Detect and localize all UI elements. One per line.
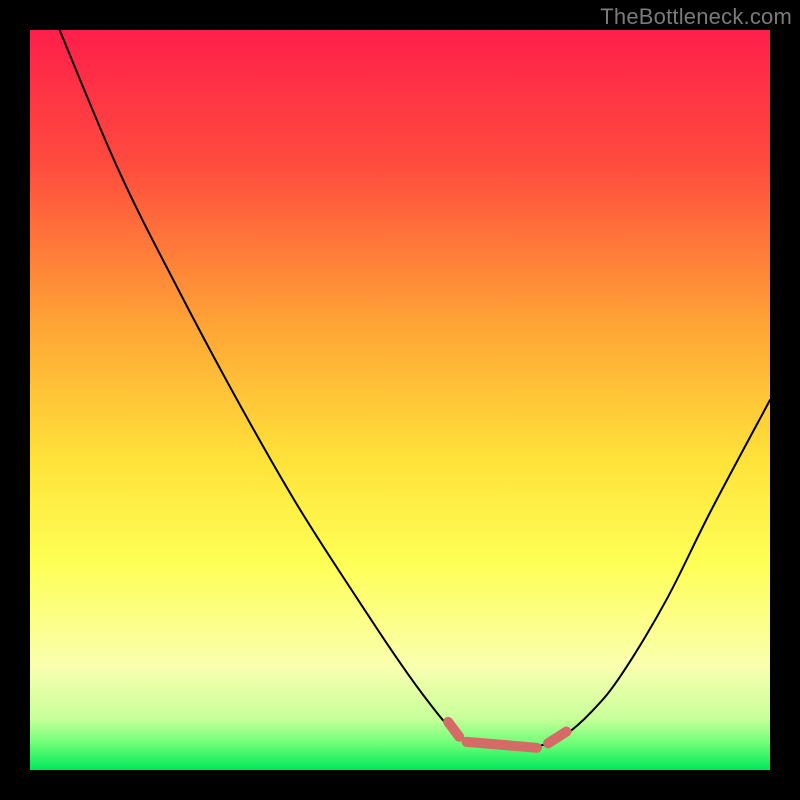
gradient-background (30, 30, 770, 770)
chart-svg (30, 30, 770, 770)
watermark-label: TheBottleneck.com (600, 4, 792, 30)
plot-area (30, 30, 770, 770)
chart-frame: TheBottleneck.com (0, 0, 800, 800)
series-min-highlight-seg1 (467, 742, 537, 748)
